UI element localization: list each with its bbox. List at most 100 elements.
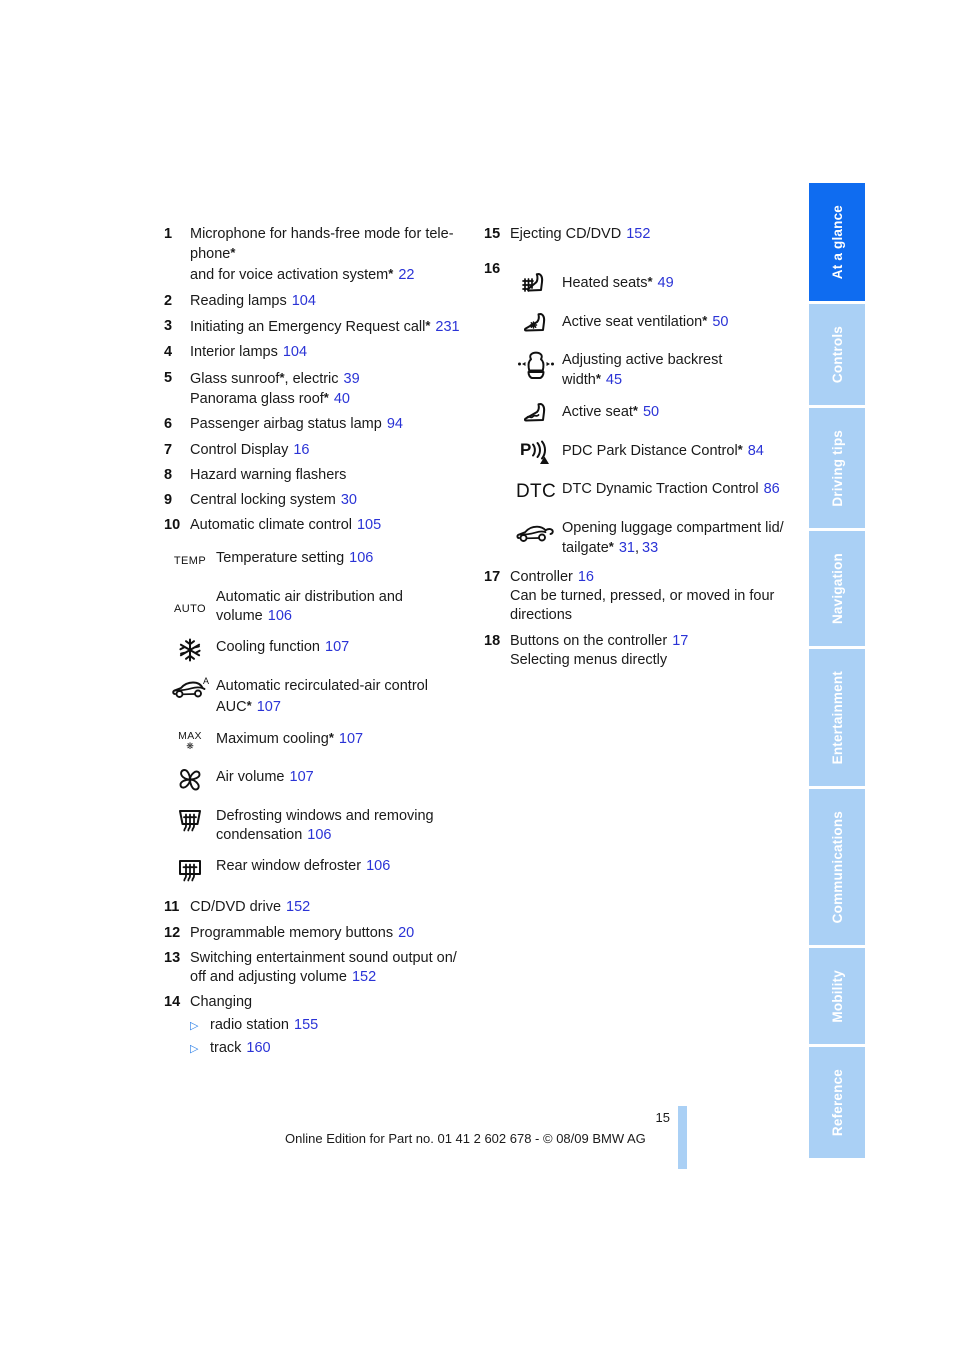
page-reference[interactable]: 104 <box>283 344 307 360</box>
snowflake-icon <box>164 635 216 665</box>
list-item: 18 Buttons on the controller 17 Selecting… <box>484 632 799 671</box>
item-line-2: Panorama glass roof* 40 <box>190 389 474 409</box>
item-text: Automatic recirculated-air control AUC* 1… <box>216 674 474 717</box>
tab-at-a-glance[interactable]: At a glance <box>809 183 865 301</box>
item-text: PDC Park Distance Control* 84 <box>562 438 799 461</box>
item-line-1: Defrosting windows and removing <box>216 807 434 824</box>
page-reference[interactable]: 84 <box>748 443 764 459</box>
item-line-2: Can be turned, pressed, or moved in four <box>510 587 775 604</box>
page-reference[interactable]: 94 <box>387 416 403 432</box>
option-asterisk: * <box>230 245 236 261</box>
page-reference[interactable]: 20 <box>398 925 414 941</box>
list-item: Air volume 107 <box>164 765 474 795</box>
list-item: Heated seats* 49 <box>510 270 799 300</box>
page-reference[interactable]: 155 <box>294 1017 318 1033</box>
item-label-2: volume <box>216 607 263 624</box>
page-reference[interactable]: 39 <box>344 371 360 387</box>
page-reference[interactable]: 86 <box>764 481 780 497</box>
list-item: 7 Control Display 16 <box>164 441 474 460</box>
lower-left-list: 11 CD/DVD drive 152 12 Programmable memor… <box>164 898 474 1058</box>
option-asterisk: * <box>702 312 708 328</box>
tab-mobility[interactable]: Mobility <box>809 947 865 1045</box>
page-reference[interactable]: 107 <box>339 731 363 747</box>
page-reference[interactable]: 107 <box>325 639 349 655</box>
page-reference[interactable]: 160 <box>246 1040 270 1056</box>
tab-entertainment[interactable]: Entertainment <box>809 648 865 786</box>
list-item: TEMP Temperature setting 106 <box>164 546 474 576</box>
dtc-text-icon: DTC <box>510 477 562 507</box>
list-item: Active seat* 50 <box>510 399 799 429</box>
page-reference[interactable]: 45 <box>606 372 622 388</box>
item-line-2: condensation 106 <box>216 826 474 845</box>
list-item: DTC DTC Dynamic Traction Control 86 <box>510 477 799 507</box>
page-ref-separator: , <box>634 540 639 557</box>
svg-text:P: P <box>520 440 531 459</box>
page-reference[interactable]: 152 <box>286 899 310 915</box>
page-reference[interactable]: 106 <box>349 550 373 566</box>
item-text: Active seat ventilation* 50 <box>562 309 799 332</box>
rear-defroster-icon <box>164 854 216 884</box>
page-reference[interactable]: 106 <box>268 608 292 624</box>
page-reference[interactable]: 50 <box>712 314 728 330</box>
page-reference-2[interactable]: 33 <box>642 540 658 556</box>
tab-communications[interactable]: Communications <box>809 788 865 945</box>
tab-navigation[interactable]: Navigation <box>809 531 865 646</box>
page-reference[interactable]: 30 <box>341 492 357 508</box>
fan-icon <box>164 765 216 795</box>
list-item: ▷ track 160 <box>190 1038 474 1059</box>
option-asterisk: * <box>595 370 601 386</box>
page-reference[interactable]: 231 <box>435 319 459 335</box>
item-label: Passenger airbag status lamp <box>190 416 382 433</box>
item-number: 1 <box>164 226 173 242</box>
left-content-column: 1 Microphone for hands-free mode for tel… <box>164 225 474 1061</box>
item-number: 11 <box>164 899 180 916</box>
item-text: Hazard warning flashers <box>190 466 474 485</box>
page-reference[interactable]: 104 <box>292 293 316 309</box>
page-reference[interactable]: 22 <box>398 267 414 283</box>
footer-edition-text: Online Edition for Part no. 01 41 2 602 … <box>285 1131 646 1146</box>
item-number: 4 <box>164 344 173 361</box>
page-reference[interactable]: 152 <box>626 226 650 242</box>
climate-control-icon-list: TEMP Temperature setting 106 AUTO Automat… <box>164 546 474 885</box>
tab-controls[interactable]: Controls <box>809 303 865 405</box>
page-reference[interactable]: 50 <box>643 404 659 420</box>
page-reference[interactable]: 105 <box>357 517 381 533</box>
list-item: 2 Reading lamps 104 <box>164 292 474 311</box>
item-line-2-text: phone <box>190 246 231 263</box>
tab-label: Communications <box>829 810 845 924</box>
list-item: 14 Changing <box>164 993 474 1012</box>
option-asterisk: * <box>388 265 394 281</box>
page-reference[interactable]: 152 <box>352 969 376 985</box>
item-text: Defrosting windows and removing condensa… <box>216 804 474 846</box>
page-reference[interactable]: 17 <box>672 633 688 649</box>
item-text: Interior lamps 104 <box>190 343 474 362</box>
page-number: 15 <box>655 1110 670 1125</box>
tab-driving-tips[interactable]: Driving tips <box>809 407 865 529</box>
item-text: Cooling function 107 <box>216 635 474 657</box>
item-text: Switching entertainment sound output on/… <box>190 949 474 988</box>
item-label-2: AUC <box>216 698 247 715</box>
item-label: Active seat <box>562 404 633 421</box>
page-reference[interactable]: 107 <box>290 769 314 785</box>
list-item: Opening luggage compartment lid/ tailgat… <box>510 516 799 559</box>
item-text: Maximum cooling* 107 <box>216 726 474 749</box>
item-text: Automatic climate control 105 <box>190 516 474 535</box>
page-reference[interactable]: 16 <box>293 442 309 458</box>
item-text: Central locking system 30 <box>190 491 474 510</box>
item-text: Automatic air distribution and volume 106 <box>216 585 474 627</box>
item-line-3: directions <box>510 607 573 624</box>
page-reference[interactable]: 106 <box>307 827 331 843</box>
option-asterisk: * <box>246 697 252 713</box>
item-label-2: tailgate <box>562 540 609 557</box>
item-sub-label: off and adjusting volume <box>190 969 347 986</box>
page-reference[interactable]: 107 <box>257 699 281 715</box>
page-reference[interactable]: 31 <box>619 540 635 556</box>
item-line-2: AUC* 107 <box>216 697 474 717</box>
list-item: 3 Initiating an Emergency Request call* 2… <box>164 317 474 337</box>
page-reference[interactable]: 49 <box>658 275 674 291</box>
page-reference[interactable]: 16 <box>578 569 594 585</box>
page-reference[interactable]: 106 <box>366 858 390 874</box>
tab-reference[interactable]: Reference <box>809 1047 865 1159</box>
page-reference[interactable]: 40 <box>334 391 350 407</box>
item-number: 16 <box>484 261 501 278</box>
